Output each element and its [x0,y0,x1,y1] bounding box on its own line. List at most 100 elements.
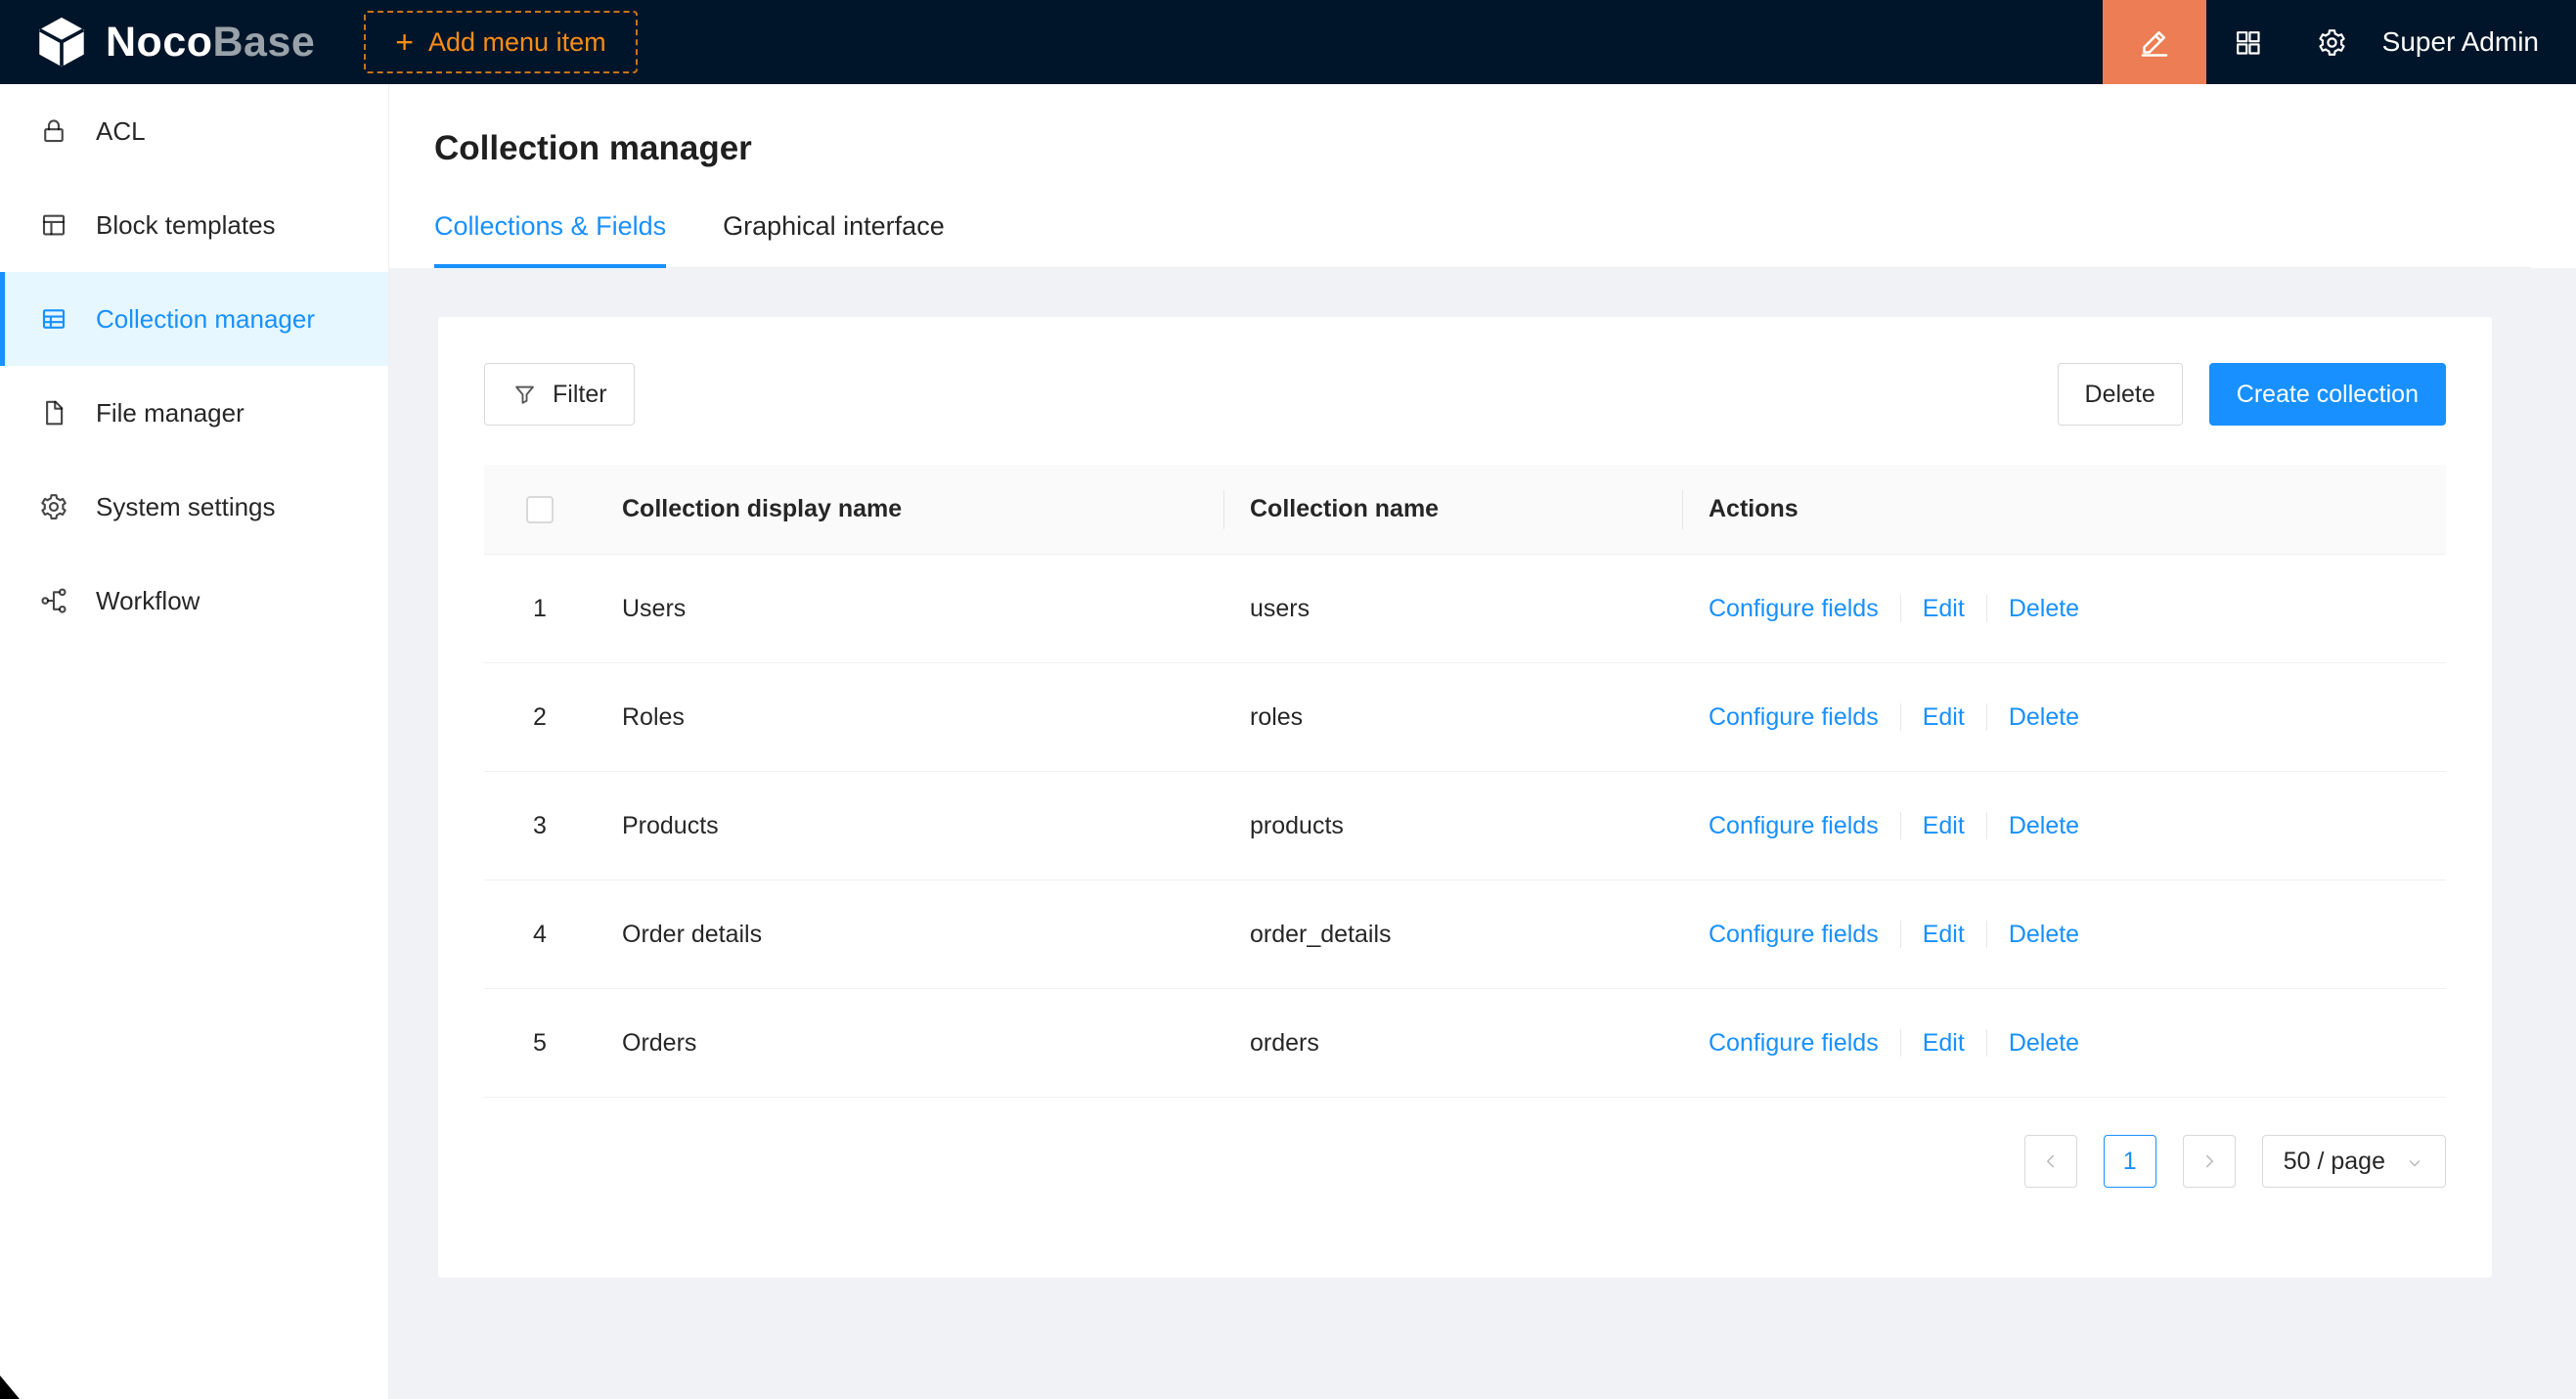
column-header-display-name: Collection display name [596,465,1223,554]
chevron-left-icon [2040,1151,2062,1172]
column-header-actions: Actions [1682,465,2446,554]
main-area: Collection manager Collections & Fields … [389,84,2576,1399]
app-root: NocoBase + Add menu item [0,0,2576,1399]
configure-fields-link[interactable]: Configure fields [1709,812,1879,840]
row-actions: Configure fields Edit Delete [1682,812,2446,840]
action-divider [1900,595,1901,622]
sidebar-item-label: Collection manager [96,304,315,335]
row-name: roles [1223,703,1682,732]
configure-fields-link[interactable]: Configure fields [1709,921,1879,949]
pagination: 1 50 / page [484,1135,2446,1188]
sidebar-item-label: System settings [96,492,276,522]
delete-button[interactable]: Delete [2058,363,2183,426]
table-row: 1 Users users Configure fields Edit Dele… [484,555,2446,663]
edit-link[interactable]: Edit [1923,595,1965,623]
table-row: 4 Order details order_details Configure … [484,880,2446,989]
sidebar-item-system-settings[interactable]: System settings [0,460,388,554]
pagination-prev-button[interactable] [2024,1135,2077,1188]
row-name: products [1223,812,1682,840]
delete-link[interactable]: Delete [2009,921,2079,949]
table-row: 3 Products products Configure fields Edi… [484,772,2446,880]
create-collection-button[interactable]: Create collection [2209,363,2446,426]
logo-cube-icon [33,14,90,70]
action-divider [1900,703,1901,731]
row-display-name: Orders [596,1029,1223,1058]
pagination-next-button[interactable] [2183,1135,2236,1188]
action-divider [1986,595,1987,622]
sidebar-item-collection-manager[interactable]: Collection manager [0,272,388,366]
edit-link[interactable]: Edit [1923,1029,1965,1058]
configure-fields-link[interactable]: Configure fields [1709,595,1879,623]
sidebar-item-block-templates[interactable]: Block templates [0,178,388,272]
row-name: orders [1223,1029,1682,1058]
page-size-select[interactable]: 50 / page [2262,1135,2446,1188]
card-toolbar: Filter Delete Create collection [484,363,2446,426]
action-divider [1986,703,1987,731]
highlighter-icon [2137,24,2172,60]
edit-link[interactable]: Edit [1923,812,1965,840]
action-divider [1900,812,1901,839]
row-index: 5 [484,1029,596,1058]
sidebar-item-file-manager[interactable]: File manager [0,366,388,460]
configure-fields-link[interactable]: Configure fields [1709,1029,1879,1058]
action-divider [1986,1029,1987,1057]
header-right-cluster: Super Admin [2103,0,2576,84]
filter-button[interactable]: Filter [484,363,635,426]
configure-fields-link[interactable]: Configure fields [1709,703,1879,732]
row-display-name: Roles [596,703,1223,732]
action-divider [1900,1029,1901,1057]
tab-graphical-interface[interactable]: Graphical interface [723,211,945,267]
select-all-checkbox[interactable] [526,496,554,523]
page-size-value: 50 / page [2284,1148,2385,1176]
row-actions: Configure fields Edit Delete [1682,595,2446,623]
row-actions: Configure fields Edit Delete [1682,921,2446,949]
sidebar-item-label: Block templates [96,210,276,241]
nocobase-logo[interactable]: NocoBase [33,14,315,70]
table-row: 2 Roles roles Configure fields Edit Dele… [484,663,2446,772]
chevron-down-icon [2405,1151,2424,1171]
workflow-icon [39,586,68,615]
gear-icon [39,492,68,521]
row-actions: Configure fields Edit Delete [1682,703,2446,732]
sidebar-item-workflow[interactable]: Workflow [0,554,388,648]
sidebar-item-label: File manager [96,398,244,429]
content-area: Filter Delete Create collection [389,268,2576,1399]
sidebar-item-acl[interactable]: ACL [0,84,388,178]
add-menu-item-button[interactable]: + Add menu item [364,11,637,73]
sidebar-item-label: ACL [96,116,146,147]
toolbar-right: Delete Create collection [2058,363,2446,426]
add-menu-item-label: Add menu item [428,27,606,58]
plugins-button[interactable] [2206,0,2290,84]
delete-link[interactable]: Delete [2009,812,2079,840]
edit-link[interactable]: Edit [1923,703,1965,732]
row-name: users [1223,595,1682,623]
apps-grid-icon [2233,27,2263,58]
row-index: 1 [484,595,596,623]
delete-link[interactable]: Delete [2009,703,2079,732]
app-header: NocoBase + Add menu item [0,0,2576,84]
settings-button[interactable] [2290,0,2375,84]
collections-card: Filter Delete Create collection [438,317,2492,1278]
lock-icon [39,116,68,146]
row-display-name: Users [596,595,1223,623]
header-select-cell [484,465,596,554]
column-header-name: Collection name [1223,465,1682,554]
page-title: Collection manager [434,129,2531,168]
logo-text-secondary: Base [213,19,316,66]
user-menu[interactable]: Super Admin [2382,26,2539,58]
logo-text: NocoBase [106,19,315,67]
body-row: ACL Block templates Collection manager F… [0,84,2576,1399]
pagination-page-1[interactable]: 1 [2104,1135,2156,1188]
table-row: 5 Orders orders Configure fields Edit De… [484,989,2446,1098]
delete-link[interactable]: Delete [2009,1029,2079,1058]
filter-funnel-icon [511,382,538,408]
edit-link[interactable]: Edit [1923,921,1965,949]
delete-link[interactable]: Delete [2009,595,2079,623]
tab-collections-fields[interactable]: Collections & Fields [434,211,666,267]
ui-editor-button[interactable] [2103,0,2206,84]
row-name: order_details [1223,921,1682,949]
row-actions: Configure fields Edit Delete [1682,1029,2446,1058]
sidebar-item-label: Workflow [96,586,200,616]
file-icon [39,398,68,428]
gear-icon [2317,27,2347,58]
